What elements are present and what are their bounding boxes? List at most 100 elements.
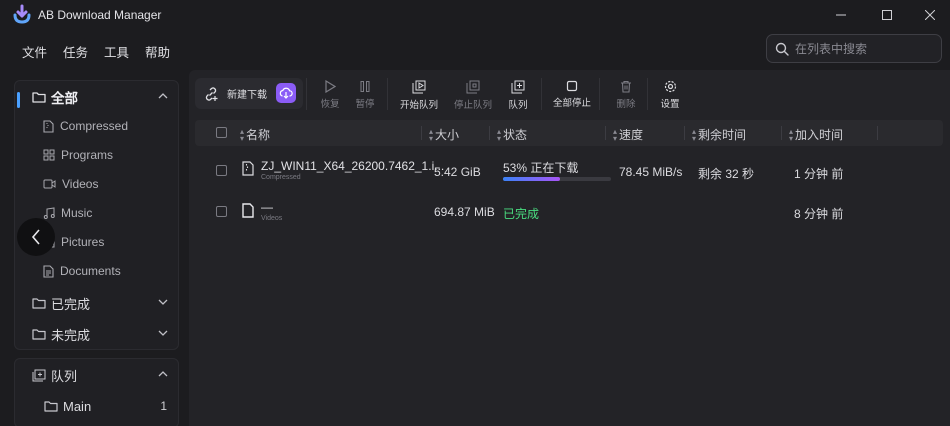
trash-icon: [620, 80, 632, 93]
queues-header[interactable]: 队列: [15, 362, 178, 388]
folder-icon: [32, 328, 46, 340]
table-row[interactable]: — Videos 694.87 MiB 已完成 8 分钟 前: [195, 191, 943, 229]
maximize-button[interactable]: [864, 0, 910, 30]
settings-label: 设置: [660, 99, 680, 110]
column-remaining[interactable]: ▴ ▾ 剩余时间: [692, 126, 746, 143]
category-unfinished-label: 未完成: [51, 327, 91, 343]
column-added[interactable]: ▴ ▾ 加入时间: [789, 126, 843, 143]
file-category: Compressed: [261, 174, 301, 181]
search-input[interactable]: [795, 41, 935, 56]
menu-tasks[interactable]: 任务: [55, 38, 96, 65]
link-add-icon: [203, 86, 219, 102]
column-separator[interactable]: [781, 126, 782, 140]
menu-file[interactable]: 文件: [14, 38, 55, 65]
queue-button[interactable]: 队列: [493, 80, 543, 112]
folder-icon: [44, 400, 58, 412]
date-added: 1 分钟 前: [794, 167, 844, 181]
column-separator[interactable]: [489, 126, 490, 140]
file-name: ZJ_WIN11_X64_26200.7462_1.i...: [261, 159, 445, 173]
stop-all-label: 全部停止: [552, 98, 591, 109]
queue-panel: 队列 Main 1: [14, 358, 179, 426]
download-speed: 78.45 MiB/s: [619, 165, 683, 179]
cloud-download-icon[interactable]: [276, 83, 296, 103]
queue-add-icon: [511, 80, 525, 94]
sort-icon: ▴ ▾: [789, 126, 794, 143]
sort-icon: ▴ ▾: [497, 126, 502, 143]
category-label: Music: [61, 206, 93, 220]
pause-button[interactable]: 暂停: [340, 80, 390, 112]
queue-label: 队列: [508, 100, 528, 111]
category-unfinished[interactable]: 未完成: [15, 321, 178, 347]
folder-icon: [32, 297, 46, 309]
new-download-button[interactable]: 新建下载: [195, 78, 303, 109]
category-programs[interactable]: Programs: [43, 143, 113, 167]
resume-label: 恢复: [320, 99, 340, 110]
sort-icon: ▴ ▾: [692, 126, 697, 143]
column-separator[interactable]: [421, 126, 422, 140]
queue-count: 1: [160, 399, 167, 413]
stop-queue-button[interactable]: 停止队列: [448, 80, 498, 112]
collapse-sidebar-button[interactable]: [17, 218, 55, 256]
document-icon: [43, 264, 54, 278]
toolbar-divider: [541, 78, 542, 110]
menu-bar: 文件 任务 工具 帮助: [14, 38, 178, 65]
chevron-up-icon[interactable]: [158, 370, 168, 378]
column-separator[interactable]: [605, 126, 606, 140]
menu-tools[interactable]: 工具: [96, 38, 137, 65]
table-row[interactable]: ZJ_WIN11_X64_26200.7462_1.i... Compresse…: [195, 150, 943, 188]
delete-label: 删除: [616, 99, 636, 110]
music-icon: [43, 207, 55, 219]
column-separator[interactable]: [684, 126, 685, 140]
search-box[interactable]: [766, 34, 942, 63]
chevron-down-icon[interactable]: [158, 329, 168, 337]
toolbar-divider: [387, 78, 388, 110]
pause-icon: [359, 80, 371, 93]
category-label: Videos: [62, 177, 99, 191]
column-separator[interactable]: [877, 126, 878, 140]
gear-icon: [664, 80, 677, 93]
select-all-checkbox[interactable]: [216, 127, 227, 138]
column-speed[interactable]: ▴ ▾ 速度: [613, 126, 643, 143]
queue-icon: [32, 369, 46, 382]
chevron-left-icon: [31, 229, 40, 245]
chevron-up-icon[interactable]: [158, 92, 168, 100]
category-label: Pictures: [61, 235, 105, 249]
close-button[interactable]: [910, 0, 950, 30]
category-videos[interactable]: Videos: [43, 172, 98, 196]
new-download-label: 新建下载: [227, 90, 267, 101]
start-queue-button[interactable]: 开始队列: [394, 80, 444, 112]
stop-all-button[interactable]: 全部停止: [547, 80, 597, 112]
start-queue-label: 开始队列: [399, 100, 438, 111]
file-icon: [242, 203, 254, 218]
category-documents[interactable]: Documents: [43, 259, 121, 283]
column-name[interactable]: ▴ ▾ 名称: [240, 126, 270, 143]
delete-button[interactable]: 删除: [601, 80, 651, 112]
category-label: Documents: [60, 264, 121, 278]
category-finished[interactable]: 已完成: [15, 290, 178, 316]
minimize-button[interactable]: [818, 0, 864, 30]
progress-fill: [503, 177, 561, 181]
settings-button[interactable]: 设置: [645, 80, 695, 112]
category-all[interactable]: 全部: [15, 84, 178, 110]
row-checkbox[interactable]: [216, 206, 227, 217]
column-size[interactable]: ▴ ▾ 大小: [429, 126, 459, 143]
queue-item-main[interactable]: Main 1: [15, 393, 178, 419]
category-music[interactable]: Music: [43, 201, 92, 225]
category-label: Programs: [61, 148, 114, 162]
table-header: ▴ ▾ 名称 ▴ ▾ 大小 ▴ ▾ 状态 ▴ ▾ 速度 ▴ ▾ 剩余时间 ▴ ▾ 加入时间: [195, 120, 943, 146]
category-compressed[interactable]: Compressed: [43, 114, 128, 138]
zip-file-icon: [242, 161, 254, 176]
play-icon: [324, 80, 336, 93]
queue-stop-icon: [466, 80, 480, 94]
progress-bar: [503, 177, 611, 181]
stop-icon: [566, 80, 578, 92]
download-status: 53% 正在下载: [503, 161, 579, 175]
menu-help[interactable]: 帮助: [137, 38, 178, 65]
row-checkbox[interactable]: [216, 165, 227, 176]
download-status: 已完成: [503, 207, 540, 221]
chevron-down-icon[interactable]: [158, 298, 168, 306]
queues-label: 队列: [51, 368, 78, 384]
column-status[interactable]: ▴ ▾ 状态: [497, 126, 527, 143]
queue-start-icon: [412, 80, 426, 94]
file-category: Videos: [261, 215, 283, 222]
